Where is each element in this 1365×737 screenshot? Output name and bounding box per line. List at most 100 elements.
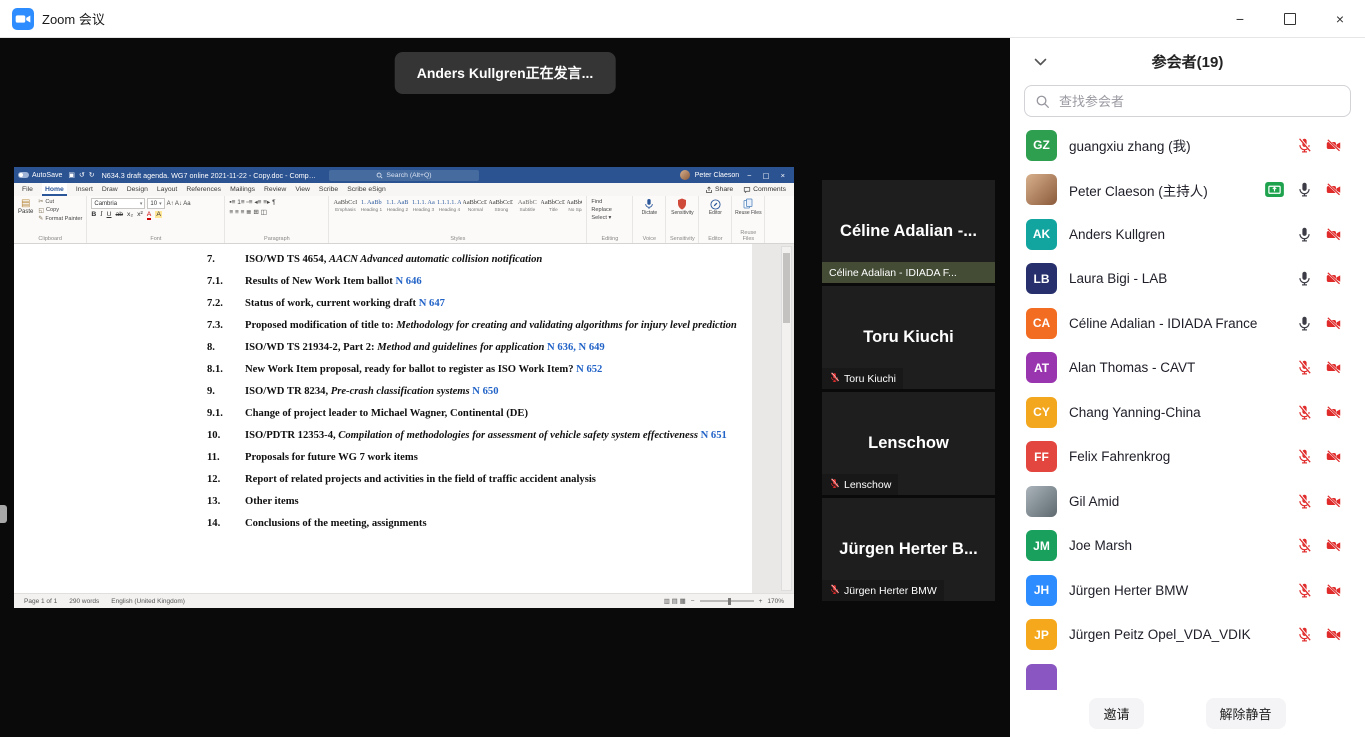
- participant-row[interactable]: Peter Claeson (主持人): [1010, 168, 1365, 213]
- participant-row[interactable]: AK Anders Kullgren: [1010, 212, 1365, 257]
- font-tools-icons[interactable]: A↑ A↓ Aa: [167, 201, 191, 207]
- ribbon-tab[interactable]: Draw: [102, 183, 118, 196]
- participant-row[interactable]: JM Joe Marsh: [1010, 524, 1365, 569]
- participant-row[interactable]: JH Jürgen Herter BMW: [1010, 568, 1365, 613]
- participant-row[interactable]: FF Felix Fahrenkrog: [1010, 435, 1365, 480]
- font-size-select[interactable]: 10 ▾: [147, 198, 164, 209]
- video-tile[interactable]: Toru Kiuchi Toru Kiuchi: [822, 286, 995, 389]
- ribbon-tab[interactable]: File: [22, 183, 33, 196]
- font-format-buttons[interactable]: B I U ab x₂ x² A A: [91, 211, 220, 220]
- style-gallery-item[interactable]: AaBbC Subtitle: [515, 198, 539, 213]
- paste-button[interactable]: ▤ Paste: [18, 198, 33, 222]
- participant-row[interactable]: LB Laura Bigi - LAB: [1010, 257, 1365, 302]
- style-gallery-item[interactable]: AaBbCcD Title: [541, 198, 565, 213]
- word-close-button[interactable]: ×: [778, 171, 788, 180]
- participant-row[interactable]: GZ guangxiu zhang (我): [1010, 123, 1365, 168]
- page-indicator[interactable]: Page 1 of 1: [24, 598, 57, 605]
- ribbon-tab[interactable]: Design: [127, 183, 148, 196]
- style-gallery-item[interactable]: AaBbCcD No Spac...: [567, 198, 582, 213]
- scrollbar-thumb[interactable]: [783, 253, 790, 323]
- ribbon-tab[interactable]: Layout: [157, 183, 177, 196]
- invite-button[interactable]: 邀请: [1089, 698, 1143, 729]
- font-name-select[interactable]: Cambria ▾: [91, 198, 145, 209]
- participant-row[interactable]: JP Jürgen Peitz Opel_VDA_VDIK: [1010, 613, 1365, 658]
- ribbon-tool-name: Editor: [709, 210, 722, 216]
- ribbon-tab[interactable]: Scribe: [319, 183, 338, 196]
- ribbon-tab[interactable]: Mailings: [230, 183, 255, 196]
- view-mode-buttons[interactable]: ▥ ▤ ▦: [664, 597, 686, 605]
- agenda-item-number: 8.1.: [207, 363, 245, 376]
- ribbon-group-label: Font: [91, 235, 220, 242]
- avatar-initials: AK: [1033, 227, 1050, 241]
- zoom-slider-thumb[interactable]: [728, 598, 731, 605]
- ribbon-tool-name: Reuse Files: [735, 210, 761, 216]
- replace-button[interactable]: Replace: [591, 206, 628, 214]
- agenda-item-number: 9.: [207, 385, 245, 398]
- ribbon-tool-group[interactable]: Dictate Voice: [633, 196, 666, 243]
- style-gallery-item[interactable]: 1. AaBb Heading 1: [359, 198, 383, 213]
- clipboard-item-button[interactable]: ✂ Cut: [38, 198, 82, 205]
- participant-search[interactable]: [1024, 85, 1351, 117]
- video-participant-name: Lenschow: [868, 434, 949, 453]
- word-count[interactable]: 290 words: [69, 598, 99, 605]
- quick-access-toolbar[interactable]: ▣ ↺ ↻: [68, 171, 95, 179]
- video-tile[interactable]: Jürgen Herter B... Jürgen Herter BMW: [822, 498, 995, 601]
- ribbon-tab[interactable]: Scribe eSign: [347, 183, 386, 196]
- agenda-item-text: ISO/PDTR 12353-4, Compilation of methodo…: [245, 429, 738, 442]
- zoom-slider[interactable]: [700, 600, 754, 602]
- close-button[interactable]: ×: [1315, 0, 1365, 37]
- style-gallery-item[interactable]: AaBbCcI Emphasis: [333, 198, 357, 213]
- mic-muted-icon: [829, 584, 840, 598]
- participant-search-input[interactable]: [1057, 93, 1340, 110]
- clipboard-item-button[interactable]: ✎ Format Painter: [38, 215, 82, 222]
- participant-row[interactable]: AT Alan Thomas - CAVT: [1010, 346, 1365, 391]
- style-gallery-item[interactable]: 1.1. AaB Heading 2: [385, 198, 409, 213]
- font-size-value: 10: [150, 201, 157, 207]
- ribbon-tab[interactable]: View: [295, 183, 310, 196]
- participant-row[interactable]: CA Céline Adalian - IDIADA France: [1010, 301, 1365, 346]
- participant-row[interactable]: Gil Amid: [1010, 479, 1365, 524]
- zoom-in-button[interactable]: +: [759, 598, 763, 605]
- doc-text-segment: New Work Item proposal, ready for ballot…: [245, 364, 576, 375]
- zoom-out-button[interactable]: −: [691, 598, 695, 605]
- select-button[interactable]: Select ▾: [591, 214, 628, 222]
- clipboard-item-icon: ◱: [38, 207, 44, 214]
- participant-status-icons: [1296, 537, 1343, 554]
- video-tile[interactable]: Céline Adalian -... Céline Adalian - IDI…: [822, 180, 995, 283]
- find-button[interactable]: Find: [591, 198, 628, 206]
- style-gallery-item[interactable]: AaBbCcD Normal: [463, 198, 487, 213]
- ribbon-tool-group[interactable]: Reuse Files Reuse Files: [732, 196, 765, 243]
- language-indicator[interactable]: English (United Kingdom): [111, 598, 185, 605]
- sensitivity-icon: [677, 198, 687, 210]
- word-minimize-button[interactable]: −: [744, 171, 754, 180]
- style-gallery-item[interactable]: 1.1.1. Aa Heading 3: [411, 198, 435, 213]
- participant-row[interactable]: CY Chang Yanning-China: [1010, 390, 1365, 435]
- style-gallery-item[interactable]: AaBbCcD Strong: [489, 198, 513, 213]
- autosave-toggle[interactable]: AutoSave: [18, 172, 62, 179]
- ribbon-tab-label: File: [22, 186, 33, 193]
- doc-text-segment: ISO/PDTR 12353-4,: [245, 430, 338, 441]
- paragraph-tools-row2[interactable]: ≡ ≡ ≡ ≣ ⊞ ◫: [229, 208, 324, 218]
- chevron-down-icon[interactable]: [1034, 58, 1047, 66]
- ribbon-tool-group[interactable]: Editor Editor: [699, 196, 732, 243]
- style-gallery-item[interactable]: 1.1.1.1. A Heading 4: [437, 198, 461, 213]
- minimize-button[interactable]: −: [1215, 0, 1265, 37]
- ribbon-tab[interactable]: Review: [264, 183, 286, 196]
- unmute-button[interactable]: 解除静音: [1206, 698, 1286, 729]
- document-scrollbar[interactable]: [781, 246, 792, 591]
- style-preview: AaBbC: [518, 198, 537, 207]
- maximize-button[interactable]: [1265, 0, 1315, 37]
- word-restore-button[interactable]: ▢: [760, 171, 773, 180]
- clipboard-item-button[interactable]: ◱ Copy: [38, 207, 82, 214]
- ribbon-tab[interactable]: References: [186, 183, 221, 196]
- video-tile[interactable]: Lenschow Lenschow: [822, 392, 995, 495]
- paragraph-tools-row1[interactable]: ▪≡ 1≡ ▫≡ ◂≡ ≡▸ ¶: [229, 198, 324, 208]
- participant-row[interactable]: [1010, 657, 1365, 690]
- ribbon-tab[interactable]: Insert: [76, 183, 93, 196]
- ribbon-tool-group[interactable]: Sensitivity Sensitivity: [666, 196, 699, 243]
- word-search-box[interactable]: Search (Alt+Q): [329, 170, 479, 181]
- zoom-percentage[interactable]: 170%: [767, 598, 784, 605]
- comments-button[interactable]: Comments: [743, 186, 786, 194]
- share-button[interactable]: Share: [705, 186, 733, 194]
- ribbon-tab[interactable]: Home: [42, 183, 67, 196]
